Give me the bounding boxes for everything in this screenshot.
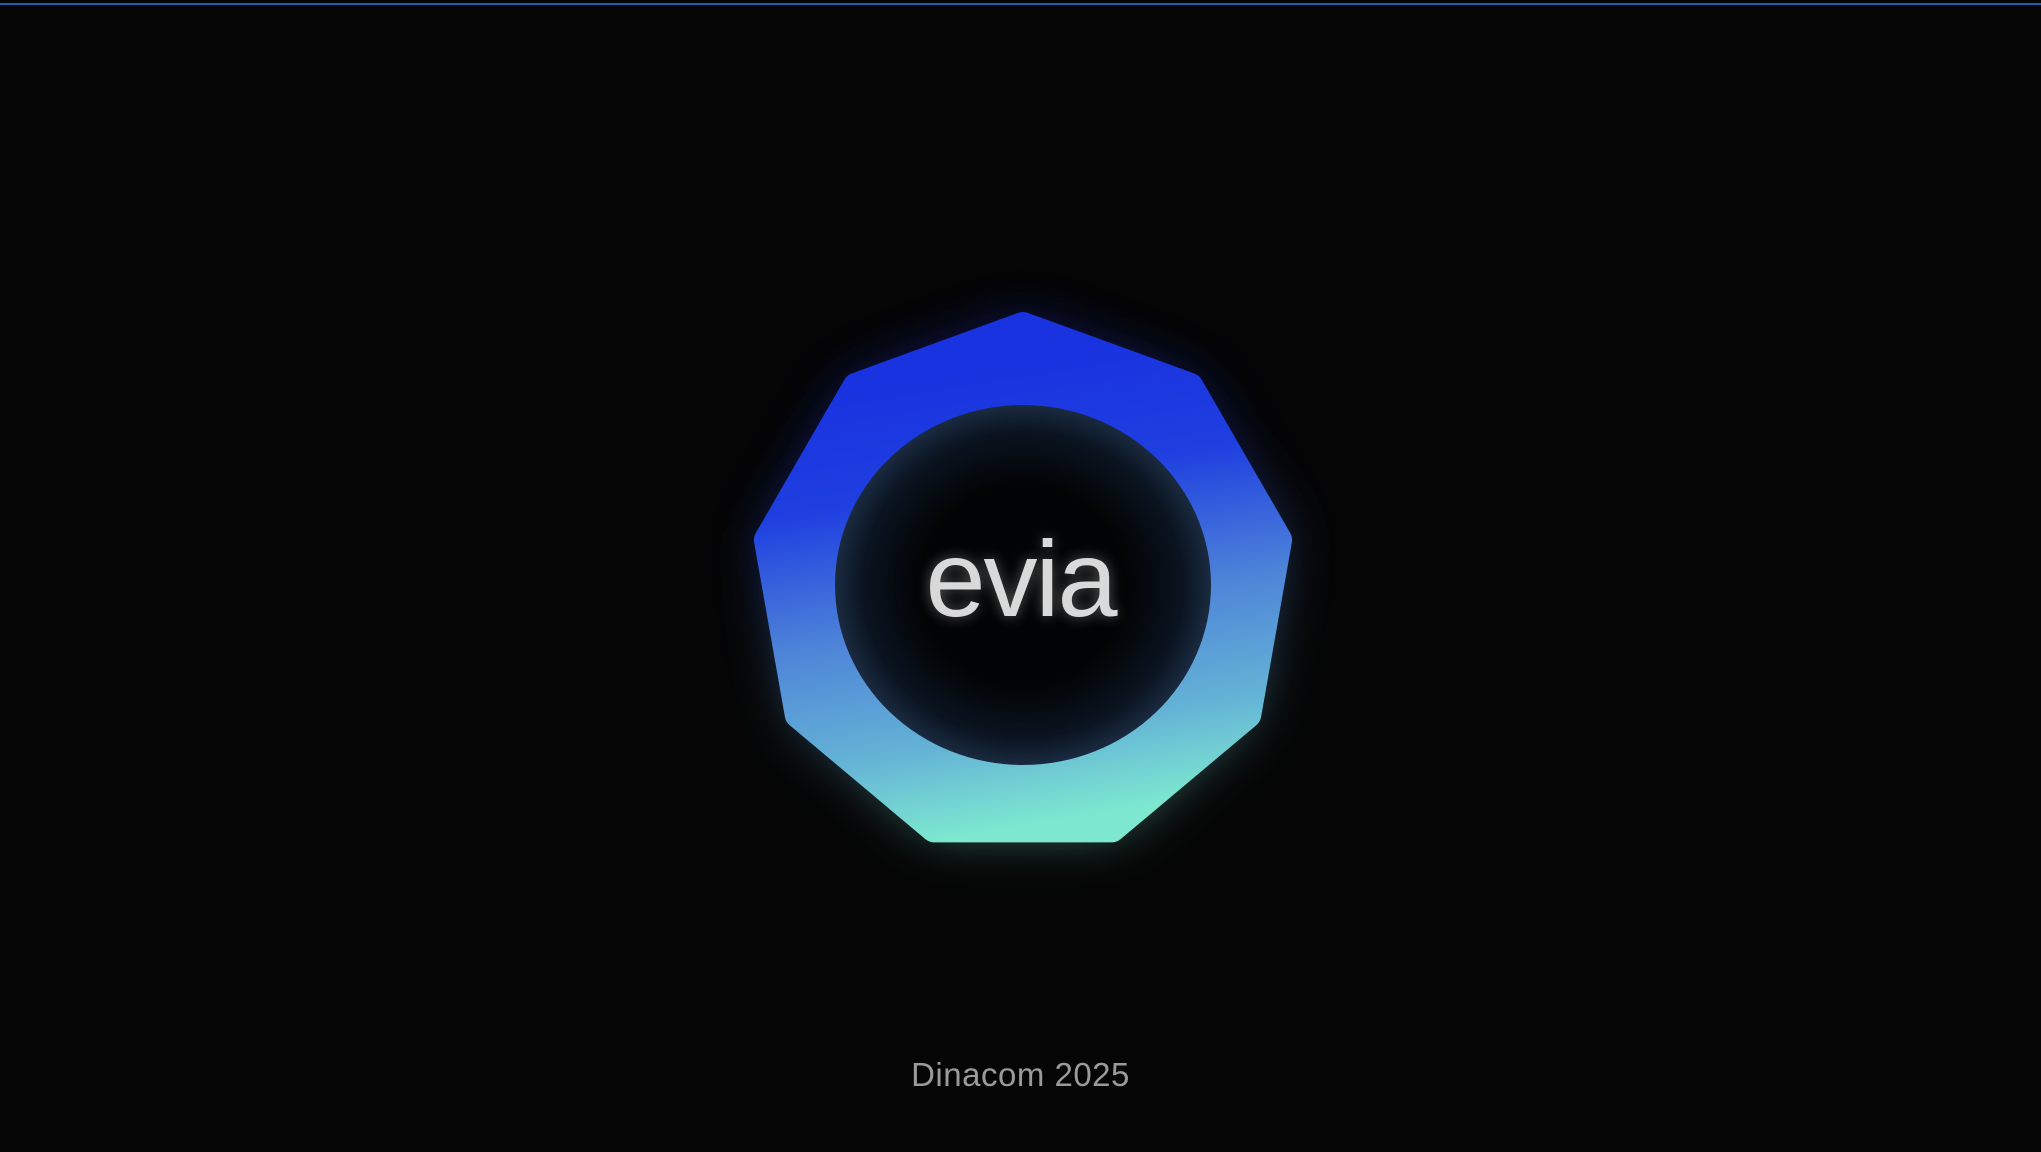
- brand-wordmark: evia: [925, 518, 1117, 639]
- event-label: Dinacom 2025: [911, 1056, 1130, 1093]
